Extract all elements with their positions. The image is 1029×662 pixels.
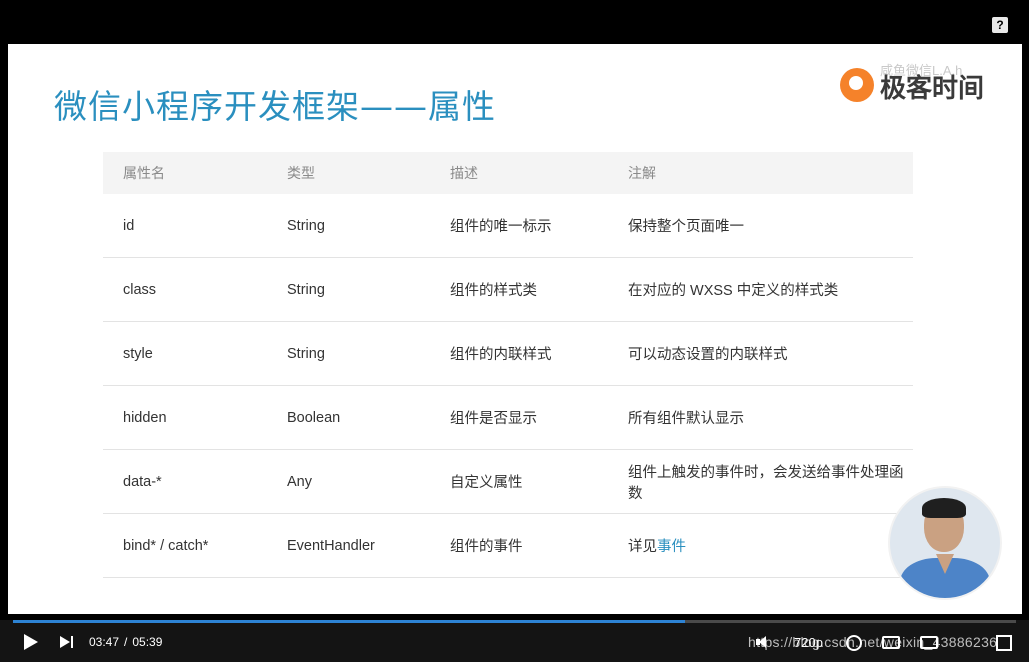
captions-icon[interactable]: [882, 636, 900, 649]
cell-note: 可以动态设置的内联样式: [608, 321, 913, 386]
cell-type: String: [267, 321, 430, 386]
progress-bar[interactable]: [13, 620, 1016, 623]
settings-icon[interactable]: [846, 635, 862, 651]
table-row: bind* / catch* EventHandler 组件的事件 详见事件: [103, 513, 913, 578]
logo-icon: [840, 68, 874, 102]
event-link[interactable]: 事件: [657, 539, 686, 555]
cell-desc: 组件的内联样式: [430, 321, 608, 386]
table-row: data-* Any 自定义属性 组件上触发的事件时，会发送给事件处理函数: [103, 449, 913, 514]
help-icon[interactable]: ?: [992, 17, 1008, 33]
cell-note: 详见事件: [608, 513, 913, 578]
player-controls: 03:47 / 05:39 https://blog.csdn.net/weixin…: [0, 620, 1029, 662]
pip-icon[interactable]: [920, 636, 938, 649]
cell-desc: 组件的事件: [430, 513, 608, 578]
current-time: 03:47: [89, 635, 120, 649]
cell-type: EventHandler: [267, 513, 430, 578]
cell-name: style: [103, 321, 267, 386]
table-row: class String 组件的样式类 在对应的 WXSS 中定义的样式类: [103, 257, 913, 322]
time-separator: /: [124, 635, 128, 649]
cell-note: 组件上触发的事件时，会发送给事件处理函数: [608, 449, 913, 514]
cell-name: data-*: [103, 449, 267, 514]
header-note: 注解: [608, 152, 913, 194]
presenter-video: [888, 486, 1002, 600]
fullscreen-icon[interactable]: [996, 635, 1012, 651]
logo-text: 极客时间: [880, 74, 985, 104]
cell-type: Boolean: [267, 385, 430, 450]
header-type: 类型: [267, 152, 430, 194]
cell-name: bind* / catch*: [103, 513, 267, 578]
slide: 微信小程序开发框架——属性 咸鱼微信L.A.h 极客时间 属性名 类型 描述 注…: [8, 44, 1022, 614]
cell-type: Any: [267, 449, 430, 514]
cell-note: 在对应的 WXSS 中定义的样式类: [608, 257, 913, 322]
watermark-text: https://blog.csdn.net/weixin_43886236: [748, 634, 998, 650]
table-row: hidden Boolean 组件是否显示 所有组件默认显示: [103, 385, 913, 450]
video-frame[interactable]: ? 微信小程序开发框架——属性 咸鱼微信L.A.h 极客时间 属性名 类型 描述…: [0, 0, 1029, 620]
progress-fill: [13, 620, 685, 623]
cell-type: String: [267, 194, 430, 258]
table-row: style String 组件的内联样式 可以动态设置的内联样式: [103, 321, 913, 386]
cell-desc: 组件的唯一标示: [430, 194, 608, 258]
volume-icon[interactable]: [756, 636, 772, 648]
duration: 05:39: [132, 635, 163, 649]
cell-note: 所有组件默认显示: [608, 385, 913, 450]
cell-type: String: [267, 257, 430, 322]
note-prefix: 详见: [628, 539, 657, 555]
table-header-row: 属性名 类型 描述 注解: [103, 152, 913, 194]
cell-name: hidden: [103, 385, 267, 450]
cell-desc: 自定义属性: [430, 449, 608, 514]
quality-button[interactable]: 720p: [794, 635, 823, 650]
attribute-table: 属性名 类型 描述 注解 id String 组件的唯一标示 保持整个页面唯一 …: [103, 152, 913, 578]
time-display: 03:47 / 05:39: [89, 635, 162, 649]
cell-note: 保持整个页面唯一: [608, 194, 913, 258]
right-tools: https://blog.csdn.net/weixin_43886236 72…: [748, 630, 1023, 654]
play-icon[interactable]: [24, 634, 38, 650]
presenter-hair: [922, 498, 966, 518]
next-icon[interactable]: [60, 636, 74, 648]
header-description: 描述: [430, 152, 608, 194]
slide-title: 微信小程序开发框架——属性: [54, 87, 496, 126]
cell-desc: 组件的样式类: [430, 257, 608, 322]
logo: 咸鱼微信L.A.h 极客时间: [840, 62, 1010, 110]
table-row: id String 组件的唯一标示 保持整个页面唯一: [103, 194, 913, 258]
cell-name: class: [103, 257, 267, 322]
cell-desc: 组件是否显示: [430, 385, 608, 450]
cell-name: id: [103, 194, 267, 258]
header-attribute-name: 属性名: [103, 152, 267, 194]
